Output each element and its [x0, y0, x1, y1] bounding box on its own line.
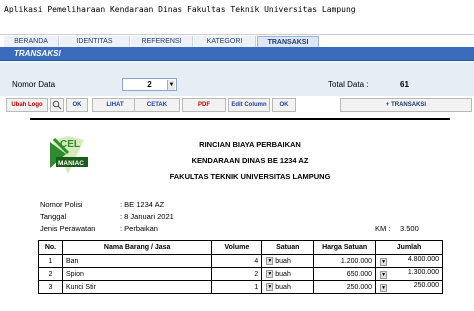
ok-button[interactable]: OK [66, 98, 88, 112]
jenis-perawatan-value: : Perbaikan [120, 224, 158, 233]
ok-button-2[interactable]: OK [272, 98, 296, 112]
report-sheet: CEL MANIAC RINCIAN BIAYA PERBAIKAN KENDA… [30, 118, 450, 311]
nomor-data-label: Nomor Data [12, 80, 56, 89]
excel-maniac-logo: CEL MANIAC [50, 136, 88, 174]
total-data-value: 61 [400, 80, 409, 89]
dropdown-icon[interactable]: ▼ [266, 257, 274, 265]
cell-jumlah[interactable]: ▼ 250.000 [375, 280, 443, 294]
col-header-harga: Harga Satuan [313, 240, 377, 255]
toolbar: Ubah Logo OK LIHAT CETAK PDF Edit Column… [0, 98, 474, 114]
satuan-text: buah [275, 257, 291, 265]
section-header: TRANSAKSI [0, 47, 474, 61]
cell-harga[interactable]: 650.000 [313, 267, 377, 281]
search-icon[interactable] [50, 98, 64, 112]
col-header-nama: Nama Barang / Jasa [61, 240, 213, 255]
dropdown-icon[interactable]: ▼ [380, 284, 388, 292]
rincian-table: No. Nama Barang / Jasa Volume Satuan Har… [38, 240, 443, 294]
chevron-down-icon[interactable]: ▼ [167, 80, 175, 90]
magnifier-icon [52, 100, 62, 110]
table-row: 2 Spion 2 ▼ buah 650.000 ▼ 1.300.000 [38, 267, 443, 281]
window-title: Aplikasi Pemeliharaan Kendaraan Dinas Fa… [4, 5, 356, 14]
cell-jumlah[interactable]: ▼ 4.800.000 [375, 254, 443, 268]
col-header-jumlah: Jumlah [375, 240, 443, 255]
cell-satuan[interactable]: ▼ buah [261, 254, 315, 268]
dropdown-icon[interactable]: ▼ [380, 258, 388, 266]
satuan-text: buah [275, 283, 291, 291]
jumlah-text: 4.800.000 [407, 256, 439, 263]
section-title: TRANSAKSI [14, 49, 61, 58]
pdf-button[interactable]: PDF [182, 98, 226, 112]
logo-text-bottom: MANIAC [58, 160, 84, 167]
ubah-logo-button[interactable]: Ubah Logo [6, 98, 48, 112]
cell-satuan[interactable]: ▼ buah [261, 267, 315, 281]
col-header-volume: Volume [211, 240, 263, 255]
table-header-row: No. Nama Barang / Jasa Volume Satuan Har… [38, 240, 443, 255]
cell-satuan[interactable]: ▼ buah [261, 280, 315, 294]
tanggal-value: : 8 Januari 2021 [120, 212, 174, 221]
total-data-label: Total Data : [328, 80, 369, 89]
lihat-button[interactable]: LIHAT [92, 98, 138, 112]
table-row: 1 Ban 4 ▼ buah 1.200.000 ▼ 4.800.000 [38, 254, 443, 268]
jenis-perawatan-label: Jenis Perawatan [40, 224, 96, 233]
dropdown-icon[interactable]: ▼ [266, 270, 274, 278]
report-heading-3: FAKULTAS TEKNIK UNIVERSITAS LAMPUNG [169, 172, 331, 181]
add-transaksi-button[interactable]: + TRANSAKSI [340, 98, 472, 112]
nopol-label: Nomor Polisi [40, 200, 83, 209]
window-titlebar: Aplikasi Pemeliharaan Kendaraan Dinas Fa… [0, 0, 474, 22]
cell-nama[interactable]: Kunci Stir [61, 280, 213, 294]
dropdown-icon[interactable]: ▼ [380, 271, 388, 279]
edit-column-button[interactable]: Edit Column [228, 98, 270, 112]
cell-no[interactable]: 1 [38, 254, 63, 268]
nomor-data-value: 2 [147, 80, 152, 89]
logo-text-top: CEL [60, 139, 80, 150]
table-row: 3 Kunci Stir 1 ▼ buah 250.000 ▼ 250.000 [38, 280, 443, 294]
satuan-text: buah [275, 270, 291, 278]
nopol-value: : BE 1234 AZ [120, 200, 165, 209]
dropdown-icon[interactable]: ▼ [266, 283, 274, 291]
tanggal-label: Tanggal [40, 212, 67, 221]
col-header-satuan: Satuan [261, 240, 315, 255]
col-header-no: No. [38, 240, 63, 255]
nomor-data-select[interactable]: 2 ▼ [122, 78, 177, 91]
cell-volume[interactable]: 2 [211, 267, 263, 281]
cetak-button[interactable]: CETAK [134, 98, 180, 112]
cell-nama[interactable]: Spion [61, 267, 213, 281]
jumlah-text: 1.300.000 [407, 269, 439, 276]
cell-harga[interactable]: 250.000 [313, 280, 377, 294]
cell-volume[interactable]: 1 [211, 280, 263, 294]
km-label: KM : [375, 224, 391, 233]
km-value: 3.500 [400, 224, 419, 233]
cell-volume[interactable]: 4 [211, 254, 263, 268]
cell-no[interactable]: 3 [38, 280, 63, 294]
report-heading-1: RINCIAN BIAYA PERBAIKAN [199, 140, 301, 149]
jumlah-text: 250.000 [413, 282, 439, 289]
cell-nama[interactable]: Ban [61, 254, 213, 268]
tab-bar: BERANDA IDENTITAS REFERENSI KATEGORI TRA… [0, 34, 474, 48]
cell-no[interactable]: 2 [38, 267, 63, 281]
report-heading-2: KENDARAAN DINAS BE 1234 AZ [191, 156, 309, 165]
data-navigation-row: Nomor Data 2 ▼ Total Data : 61 [0, 62, 474, 96]
cell-jumlah[interactable]: ▼ 1.300.000 [375, 267, 443, 281]
cell-harga[interactable]: 1.200.000 [313, 254, 377, 268]
